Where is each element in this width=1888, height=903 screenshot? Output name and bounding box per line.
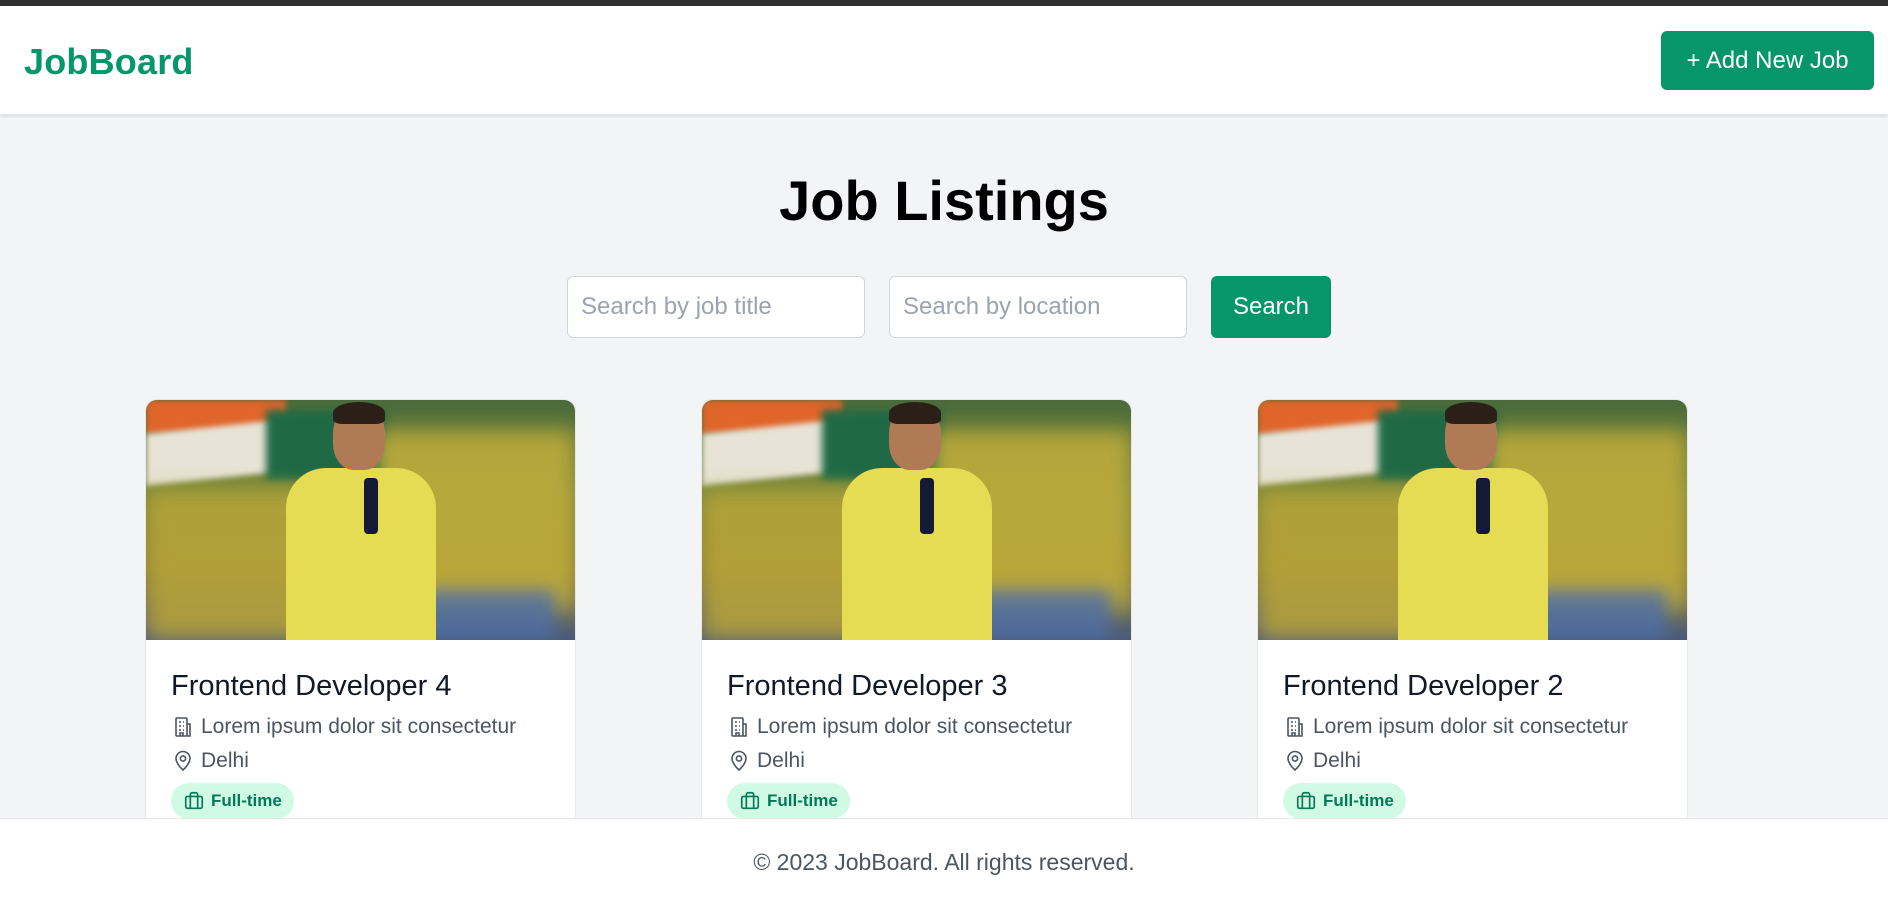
job-company: Lorem ipsum dolor sit consectetur	[201, 715, 517, 738]
job-location: Delhi	[201, 749, 249, 772]
search-location-input[interactable]	[889, 276, 1187, 338]
navbar: JobBoard + Add New Job	[0, 6, 1888, 115]
job-type-badge: Full-time	[171, 783, 294, 819]
job-card-image	[702, 400, 1131, 640]
search-title-input[interactable]	[567, 276, 865, 338]
building-icon	[1283, 715, 1307, 739]
footer-copyright: © 2023 JobBoard. All rights reserved.	[753, 849, 1135, 875]
job-card[interactable]: Frontend Developer 3 Lorem ipsum dolor s…	[701, 399, 1132, 859]
job-title: Frontend Developer 4	[171, 670, 452, 702]
job-card[interactable]: Frontend Developer 2 Lorem ipsum dolor s…	[1257, 399, 1688, 859]
search-button[interactable]: Search	[1211, 276, 1331, 338]
job-company-row: Lorem ipsum dolor sit consectetur	[1283, 715, 1662, 739]
job-card-image	[146, 400, 575, 640]
map-pin-icon	[171, 749, 195, 773]
map-pin-icon	[727, 749, 751, 773]
job-location: Delhi	[757, 749, 805, 772]
job-type-badge: Full-time	[727, 783, 850, 819]
job-type-badge: Full-time	[1283, 783, 1406, 819]
briefcase-icon	[183, 790, 205, 812]
footer: © 2023 JobBoard. All rights reserved.	[0, 818, 1888, 903]
briefcase-icon	[739, 790, 761, 812]
job-type: Full-time	[211, 791, 282, 810]
job-location-row: Delhi	[727, 749, 1106, 773]
briefcase-icon	[1295, 790, 1317, 812]
job-company-row: Lorem ipsum dolor sit consectetur	[171, 715, 550, 739]
job-title: Frontend Developer 2	[1283, 670, 1564, 702]
brand-logo[interactable]: JobBoard	[24, 41, 194, 83]
job-type: Full-time	[767, 791, 838, 810]
building-icon	[171, 715, 195, 739]
job-card[interactable]: Frontend Developer 4 Lorem ipsum dolor s…	[145, 399, 576, 859]
map-pin-icon	[1283, 749, 1307, 773]
job-company-row: Lorem ipsum dolor sit consectetur	[727, 715, 1106, 739]
page-title: Job Listings	[779, 169, 1109, 232]
job-company: Lorem ipsum dolor sit consectetur	[757, 715, 1073, 738]
job-title: Frontend Developer 3	[727, 670, 1008, 702]
job-location: Delhi	[1313, 749, 1361, 772]
job-location-row: Delhi	[171, 749, 550, 773]
building-icon	[727, 715, 751, 739]
job-location-row: Delhi	[1283, 749, 1662, 773]
job-company: Lorem ipsum dolor sit consectetur	[1313, 715, 1629, 738]
add-new-job-button[interactable]: + Add New Job	[1661, 31, 1874, 90]
job-type: Full-time	[1323, 791, 1394, 810]
job-card-image	[1258, 400, 1687, 640]
